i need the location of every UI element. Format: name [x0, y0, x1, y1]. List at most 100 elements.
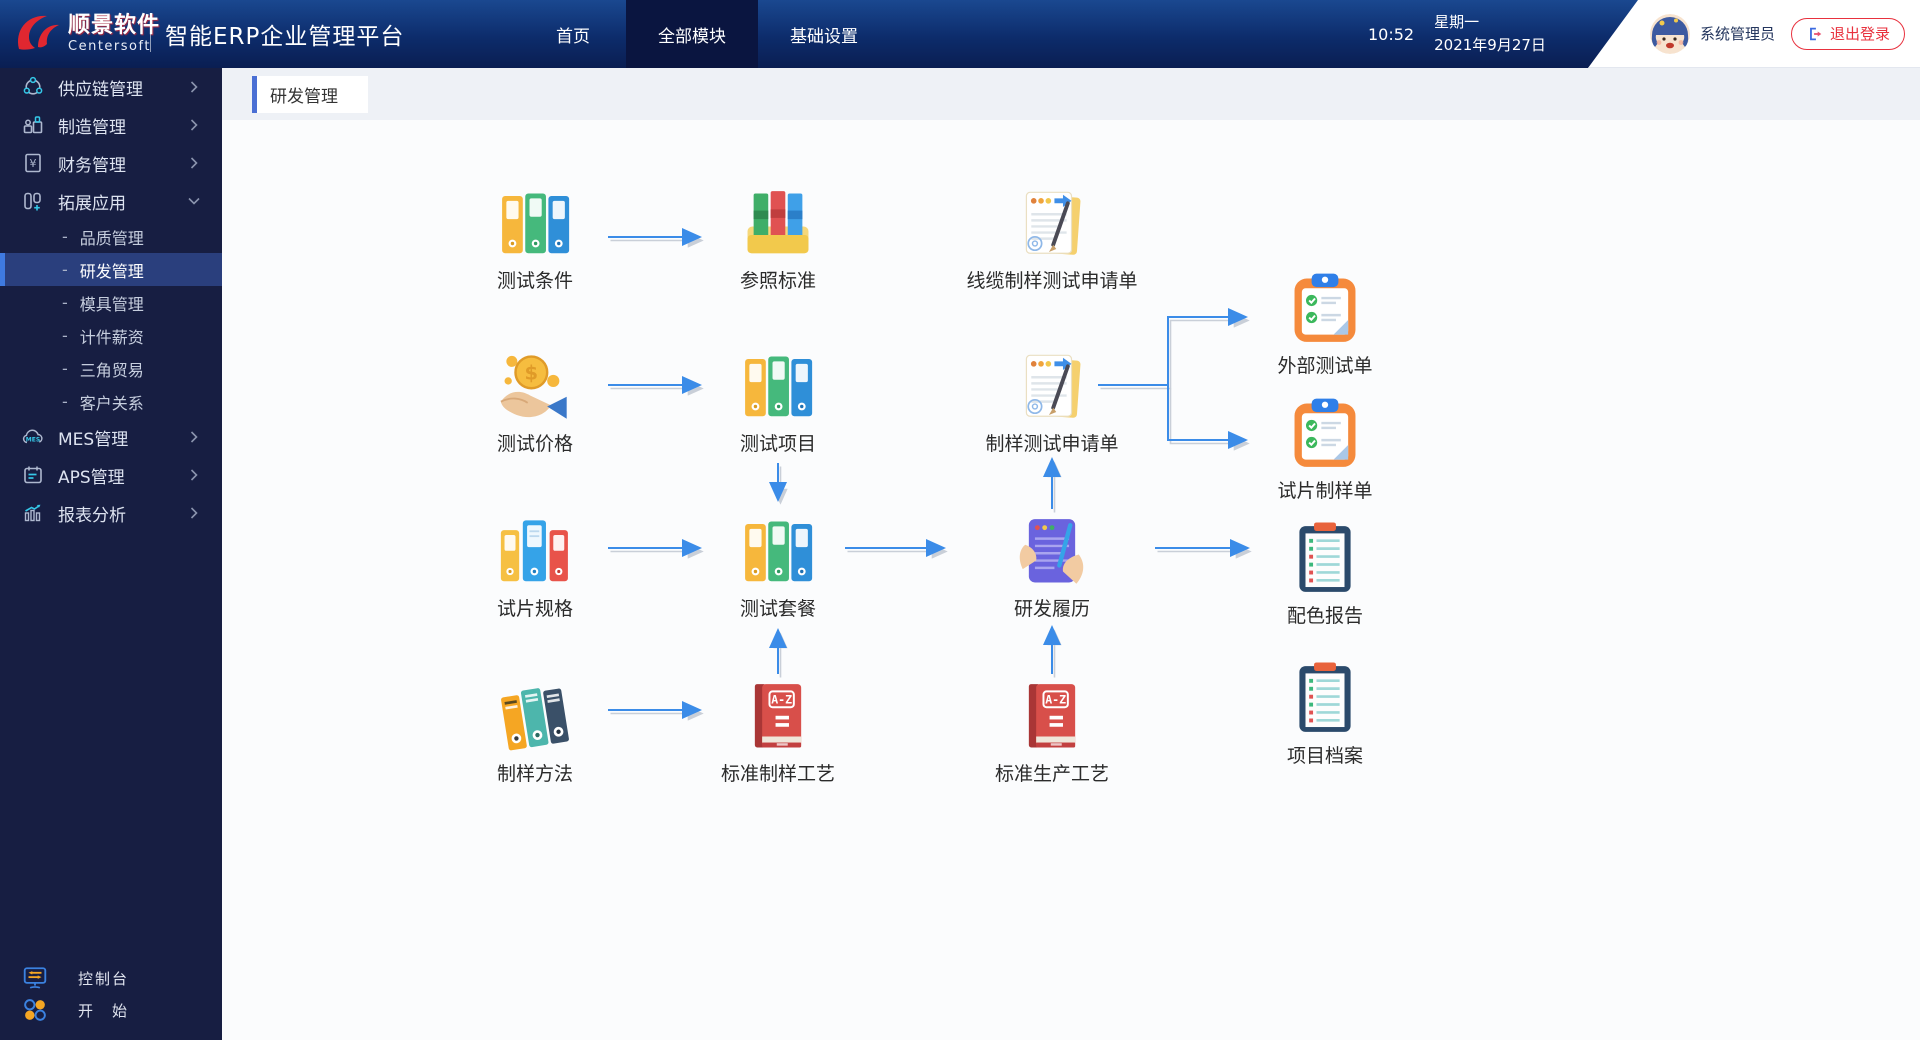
sidebar-item-label: MES管理 — [58, 425, 128, 450]
start-icon — [22, 997, 48, 1023]
dictionary-icon — [739, 678, 817, 756]
flow-node-standard-sample-process[interactable]: 标准制样工艺 — [678, 678, 878, 787]
flow-node-standard-production-process[interactable]: 标准生产工艺 — [952, 678, 1152, 787]
main-content: 研发管理 — [222, 68, 1920, 1040]
nav-home[interactable]: 首页 — [520, 0, 626, 68]
coins-hand-icon — [496, 348, 574, 426]
chevron-right-icon — [190, 81, 198, 93]
top-nav: 首页 全部模块 基础设置 — [520, 0, 890, 68]
sidebar-item-finance[interactable]: 财务管理 — [0, 144, 222, 182]
flow-node-sample-method[interactable]: 制样方法 — [435, 678, 635, 787]
flow-node-label: 标准制样工艺 — [678, 761, 878, 787]
sidebar-subitem-crm[interactable]: - 客户关系 — [0, 385, 222, 418]
binders-tilt-icon — [496, 678, 574, 756]
flow-node-label: 测试价格 — [435, 431, 635, 457]
sidebar-item-mes[interactable]: MES管理 — [0, 418, 222, 456]
flow-node-test-price[interactable]: 测试价格 — [435, 348, 635, 457]
binders-icon — [739, 348, 817, 426]
flow-node-label: 试片规格 — [435, 596, 635, 622]
flow-node-test-package[interactable]: 测试套餐 — [678, 513, 878, 622]
bullet: - — [62, 227, 68, 246]
flow-node-project-archive[interactable]: 项目档案 — [1225, 660, 1425, 769]
sidebar-item-label: 报表分析 — [58, 501, 126, 526]
centersoft-logo-icon — [12, 10, 60, 58]
bookshelf-icon — [739, 185, 817, 263]
flow-node-label: 试片制样单 — [1225, 478, 1425, 504]
chevron-right-icon — [190, 119, 198, 131]
sidebar-item-expand-apps[interactable]: 拓展应用 — [0, 182, 222, 220]
flow-node-color-report[interactable]: 配色报告 — [1225, 520, 1425, 629]
bullet: - — [62, 359, 68, 378]
flow-node-sample-test-request[interactable]: 制样测试申请单 — [952, 348, 1152, 457]
start-button[interactable]: 开 始 — [0, 994, 222, 1026]
sidebar-subitem-label: 模具管理 — [80, 291, 144, 315]
sidebar-subitem-piecework[interactable]: - 计件薪资 — [0, 319, 222, 352]
sidebar-subitem-label: 计件薪资 — [80, 324, 144, 348]
bullet: - — [62, 326, 68, 345]
sidebar-item-label: APS管理 — [58, 463, 125, 488]
start-label: 开 始 — [0, 1000, 129, 1021]
mes-icon — [22, 426, 44, 448]
flow-node-label: 配色报告 — [1225, 603, 1425, 629]
flow-node-reference-standard[interactable]: 参照标准 — [678, 185, 878, 294]
clock: 10:52 — [1368, 25, 1414, 44]
chevron-right-icon — [190, 469, 198, 481]
sidebar-item-report-analysis[interactable]: 报表分析 — [0, 494, 222, 532]
flow-node-label: 线缆制样测试申请单 — [952, 268, 1152, 294]
avatar[interactable] — [1650, 14, 1690, 54]
flow-node-label: 项目档案 — [1225, 743, 1425, 769]
sidebar-item-manufacturing[interactable]: 制造管理 — [0, 106, 222, 144]
active-indicator-bar — [0, 253, 5, 286]
flowchart-canvas: 测试条件 参照标准 线缆制样测试申请单 测试价格 测试项目 制样测试申请单 — [222, 68, 1920, 1040]
brand-name-cn: 顺景软件 — [68, 14, 160, 38]
binders-icon — [739, 513, 817, 591]
console-label: 控制台 — [0, 968, 129, 989]
header-datetime: 10:52 星期一 2021年9月27日 — [1368, 0, 1546, 68]
dictionary-icon — [1013, 678, 1091, 756]
chevron-down-icon — [188, 197, 200, 205]
expand-apps-icon — [22, 190, 44, 212]
flow-node-specimen-spec[interactable]: 试片规格 — [435, 513, 635, 622]
report-analysis-icon — [22, 502, 44, 524]
sidebar-subitem-mold[interactable]: - 模具管理 — [0, 286, 222, 319]
weekday: 星期一 — [1434, 11, 1546, 34]
sidebar-item-supply-chain[interactable]: 供应链管理 — [0, 68, 222, 106]
sidebar-item-label: 供应链管理 — [58, 75, 143, 100]
flow-node-external-test-order[interactable]: 外部测试单 — [1225, 270, 1425, 379]
sidebar-item-aps[interactable]: APS管理 — [0, 456, 222, 494]
sidebar-subitem-label: 研发管理 — [80, 258, 144, 282]
sidebar-item-label: 制造管理 — [58, 113, 126, 138]
bullet: - — [62, 260, 68, 279]
flow-node-rd-history[interactable]: 研发履历 — [952, 513, 1152, 622]
purple-doc-icon — [1013, 513, 1091, 591]
flow-node-specimen-sample-order[interactable]: 试片制样单 — [1225, 395, 1425, 504]
sidebar-subitem-rd[interactable]: - 研发管理 — [0, 253, 222, 286]
manufacturing-icon — [22, 114, 44, 136]
logout-button[interactable]: 退出登录 — [1791, 18, 1905, 50]
sidebar-subitem-label: 客户关系 — [80, 390, 144, 414]
flow-node-label: 测试条件 — [435, 268, 635, 294]
flow-node-cable-sample-test-request[interactable]: 线缆制样测试申请单 — [952, 185, 1152, 294]
clipboard-list-icon — [1286, 660, 1364, 738]
sidebar-footer: 控制台 开 始 — [0, 962, 222, 1026]
flow-node-test-condition[interactable]: 测试条件 — [435, 185, 635, 294]
binders-alt-icon — [496, 513, 574, 591]
flow-node-test-item[interactable]: 测试项目 — [678, 348, 878, 457]
console-button[interactable]: 控制台 — [0, 962, 222, 994]
nav-basic-settings[interactable]: 基础设置 — [758, 0, 890, 68]
header-user-area: 系统管理员 退出登录 — [1588, 0, 1920, 68]
clipboard-pen-icon — [1013, 185, 1091, 263]
clipboard-check-icon — [1286, 270, 1364, 348]
bullet: - — [62, 293, 68, 312]
top-header: 顺景软件 Centersoft 智能ERP企业管理平台 首页 全部模块 基础设置… — [0, 0, 1920, 68]
sidebar-subitem-quality[interactable]: - 品质管理 — [0, 220, 222, 253]
username: 系统管理员 — [1700, 23, 1775, 44]
clipboard-list-icon — [1286, 520, 1364, 598]
clipboard-pen-icon — [1013, 348, 1091, 426]
app-title: 智能ERP企业管理平台 — [165, 0, 404, 68]
brand-name-en: Centersoft — [68, 40, 160, 54]
flow-node-label: 测试项目 — [678, 431, 878, 457]
sidebar-subitem-triangle-trade[interactable]: - 三角贸易 — [0, 352, 222, 385]
bullet: - — [62, 392, 68, 411]
nav-all-modules[interactable]: 全部模块 — [626, 0, 758, 68]
